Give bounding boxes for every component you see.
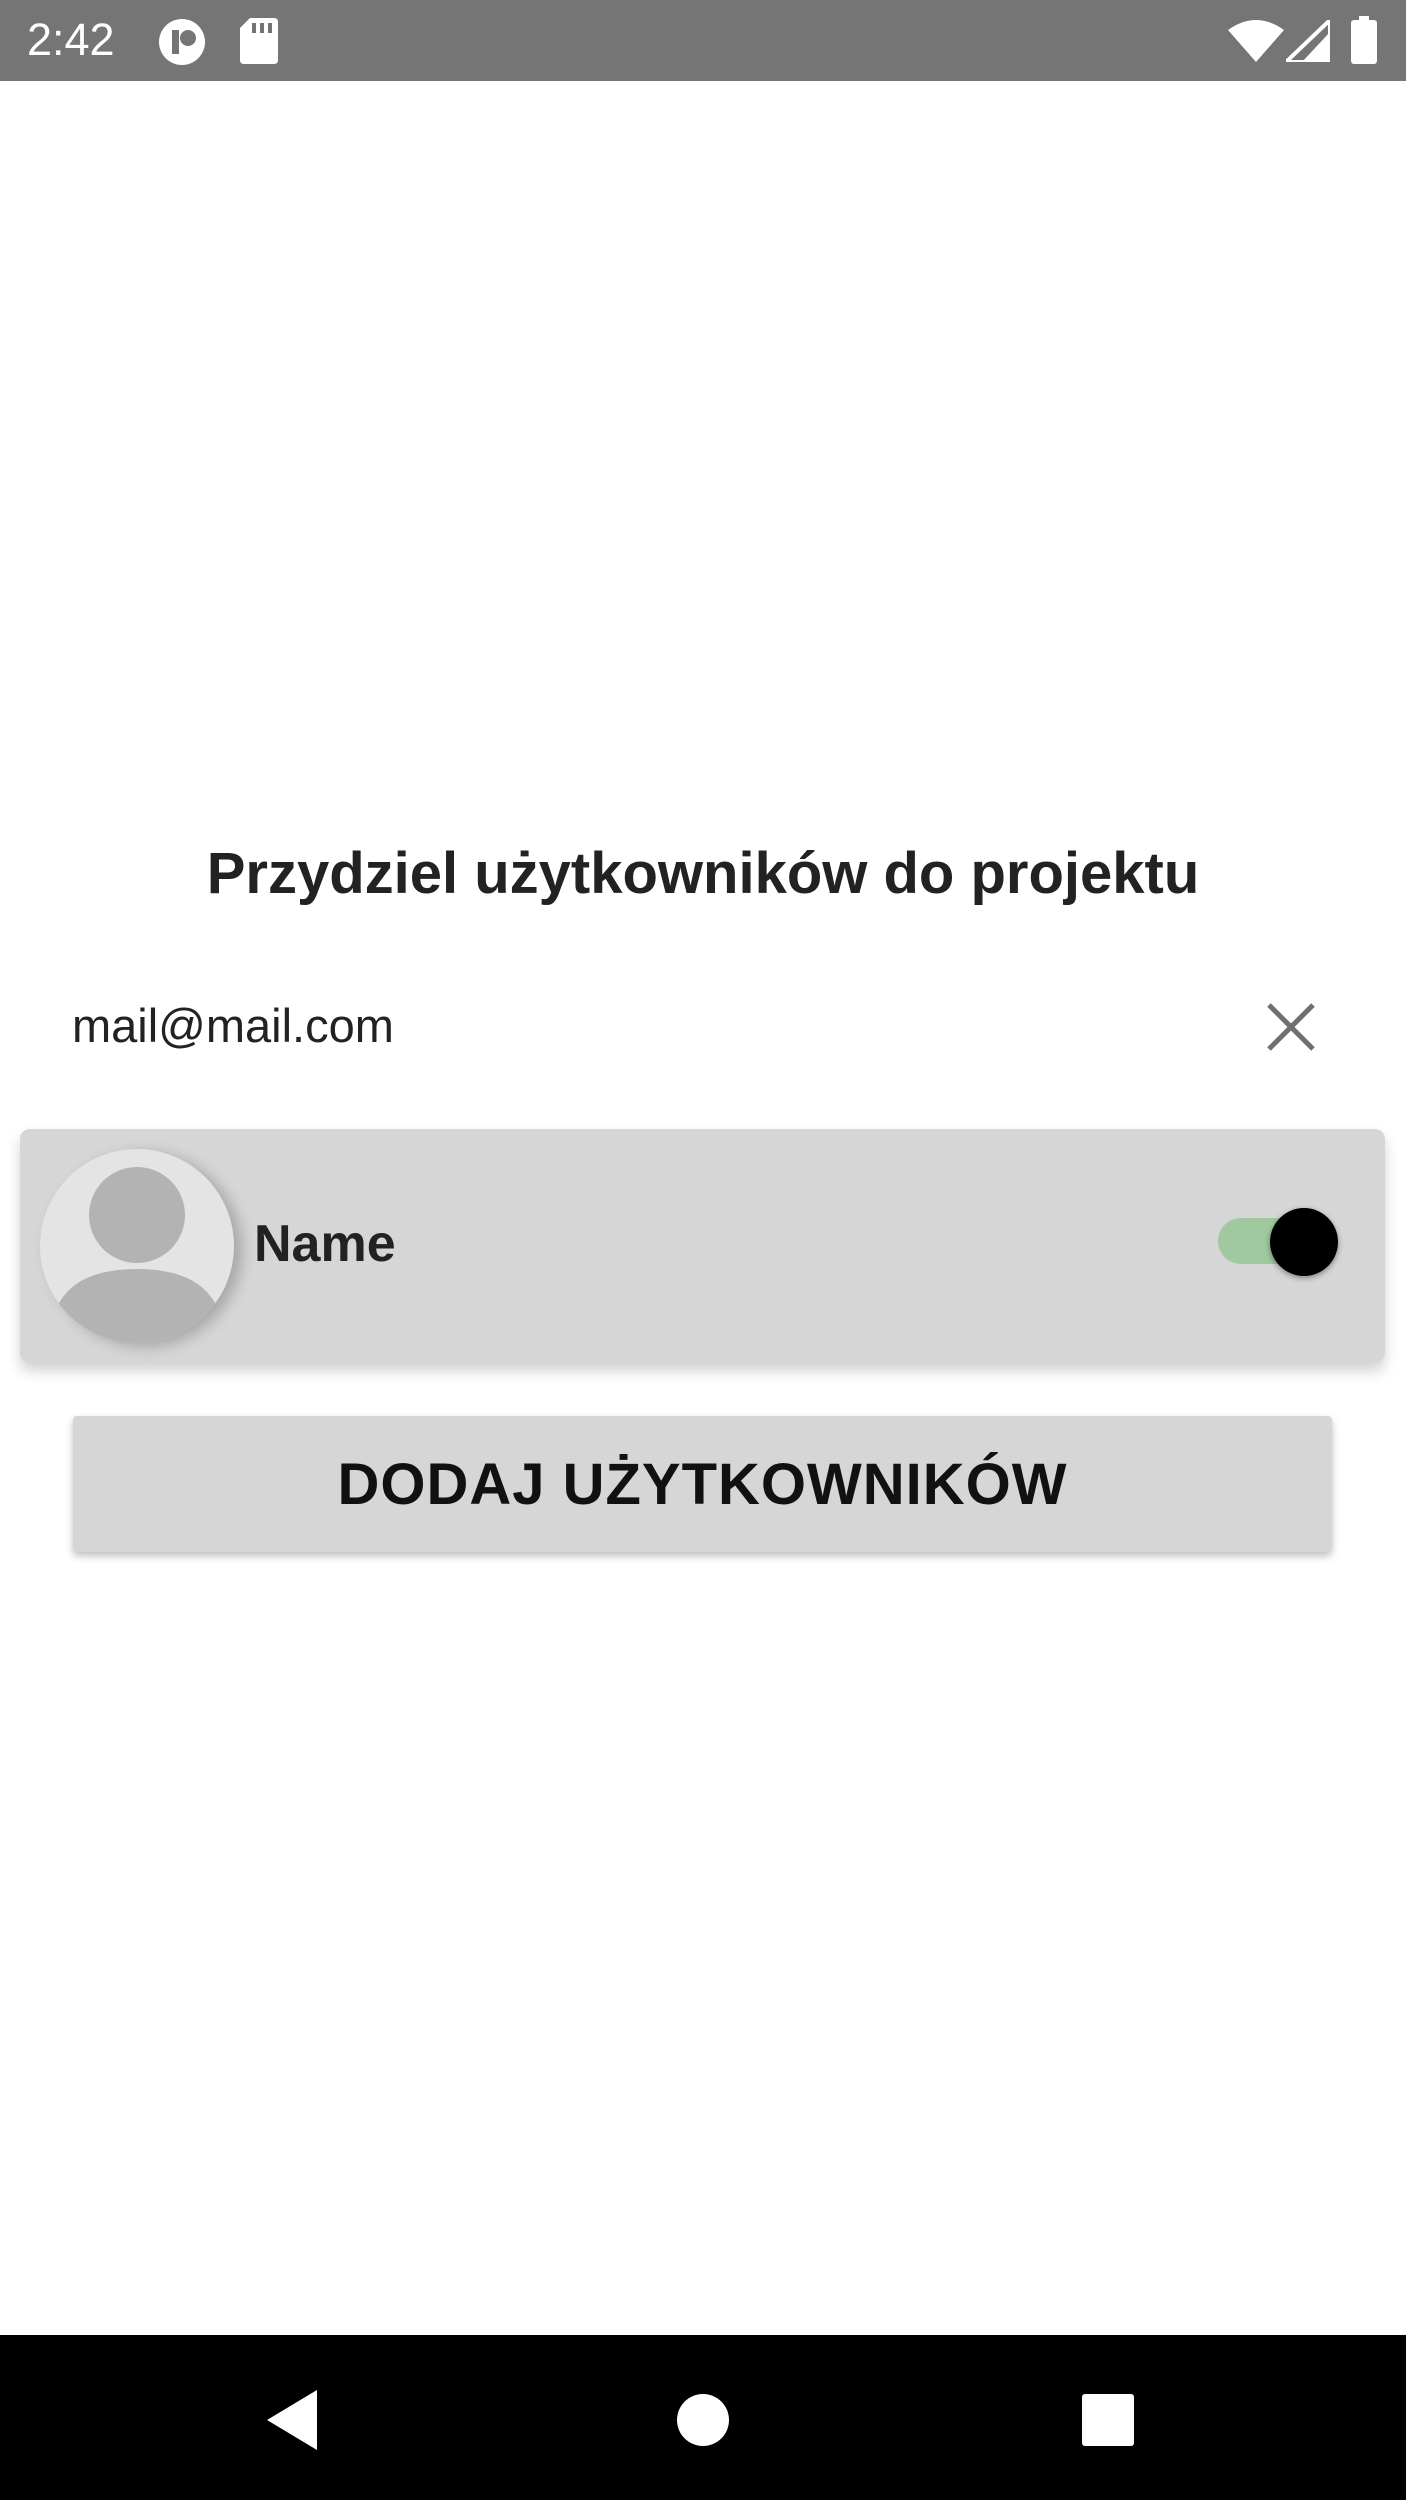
search-row [0,985,1406,1065]
user-name: Name [254,1215,396,1273]
notification-app-icon [158,18,208,71]
user-list-item[interactable]: Name [20,1129,1385,1363]
toggle-thumb [1270,1208,1338,1276]
user-select-toggle[interactable] [1206,1194,1338,1276]
search-input[interactable] [72,985,1222,1065]
recents-icon[interactable] [1068,2380,1148,2460]
sd-card-icon [240,18,278,69]
signal-icon [1281,15,1332,67]
home-icon[interactable] [663,2380,743,2460]
status-bar: 2:42 [0,0,1406,81]
battery-icon [1351,16,1377,69]
wifi-icon [1228,20,1284,67]
close-icon[interactable] [1261,997,1321,1057]
back-icon[interactable] [255,2380,335,2460]
status-time: 2:42 [27,14,115,65]
navigation-bar [0,2335,1406,2500]
dialog-title: Przydziel użytkowników do projektu [206,841,1200,906]
default-avatar-icon [40,1149,234,1343]
add-users-button[interactable]: DODAJ UŻYTKOWNIKÓW [73,1416,1332,1552]
